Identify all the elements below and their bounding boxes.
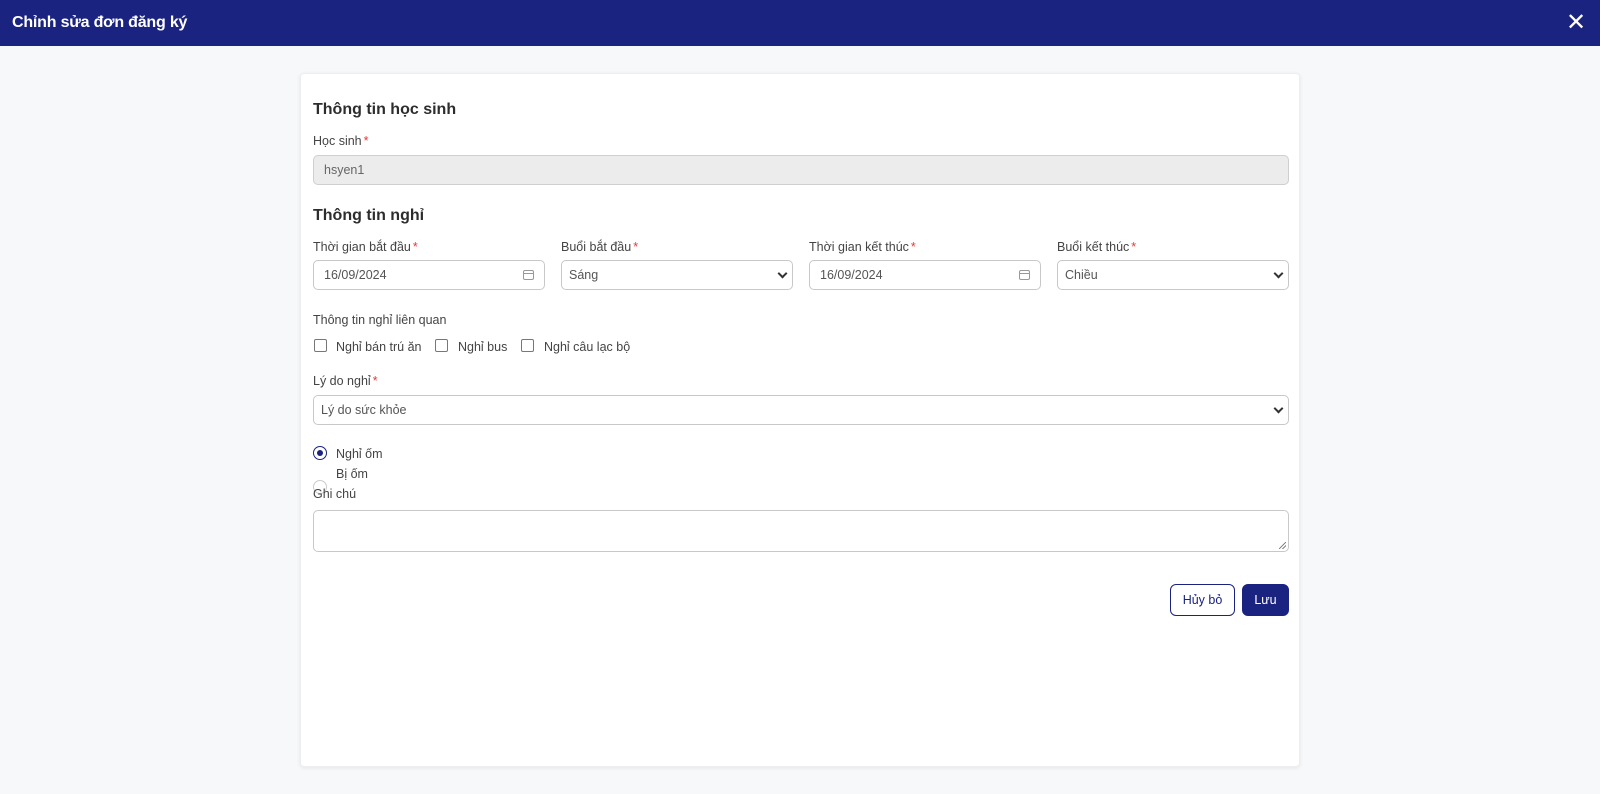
reason-label: Lý do nghỉ * [313,374,378,388]
calendar-icon[interactable] [1019,270,1030,280]
modal-header: Chỉnh sửa đơn đăng ký ✕ [0,0,1600,46]
student-value: hsyen1 [324,163,365,177]
checkbox-bus[interactable] [435,339,448,352]
save-button[interactable]: Lưu [1242,584,1289,616]
student-label: Học sinh * [313,134,369,148]
start-date-label: Thời gian bắt đầu * [313,240,418,254]
radio-label: Nghỉ ốm [336,447,383,461]
checkbox-label: Nghỉ câu lạc bộ [544,340,631,354]
related-label: Thông tin nghỉ liên quan [313,313,447,327]
end-session-label: Buổi kết thúc * [1057,240,1137,254]
close-icon[interactable]: ✕ [1564,11,1588,35]
checkbox-label: Nghỉ bus [458,340,508,354]
note-textarea[interactable] [313,510,1289,552]
calendar-icon[interactable] [523,270,534,280]
start-date-value: 16/09/2024 [324,268,387,282]
student-input[interactable]: hsyen1 [313,155,1289,185]
chevron-down-icon [1273,403,1284,413]
modal-title: Chỉnh sửa đơn đăng ký [12,14,188,31]
cancel-button[interactable]: Hủy bỏ [1170,584,1235,616]
chevron-down-icon [1273,268,1284,278]
start-date-input[interactable]: 16/09/2024 [313,260,545,290]
checkbox-club[interactable] [521,339,534,352]
student-section-heading: Thông tin học sinh [313,101,457,118]
end-session-select[interactable]: Chiều [1057,260,1289,290]
end-date-label: Thời gian kết thúc * [809,240,916,254]
start-session-label: Buổi bắt đầu * [561,240,639,254]
reason-select[interactable]: Lý do sức khỏe [313,395,1289,425]
form-card: Thông tin học sinh Học sinh * hsyen1 Thôn… [300,73,1300,767]
checkbox-label: Nghỉ bán trú ăn [336,340,422,354]
resize-handle[interactable] [1279,542,1286,549]
end-date-value: 16/09/2024 [820,268,883,282]
reason-value: Lý do sức khỏe [321,403,407,417]
radio-sick-leave[interactable] [313,446,327,460]
radio-label: Bị ốm [336,467,368,481]
chevron-down-icon [777,268,788,278]
end-session-value: Chiều [1065,268,1098,282]
note-label: Ghi chú [313,487,357,501]
start-session-value: Sáng [569,268,599,282]
checkbox-boarding-meal[interactable] [314,339,327,352]
required-mark: * [363,134,369,148]
leave-section-heading: Thông tin nghỉ [313,207,425,224]
start-session-select[interactable]: Sáng [561,260,793,290]
end-date-input[interactable]: 16/09/2024 [809,260,1041,290]
